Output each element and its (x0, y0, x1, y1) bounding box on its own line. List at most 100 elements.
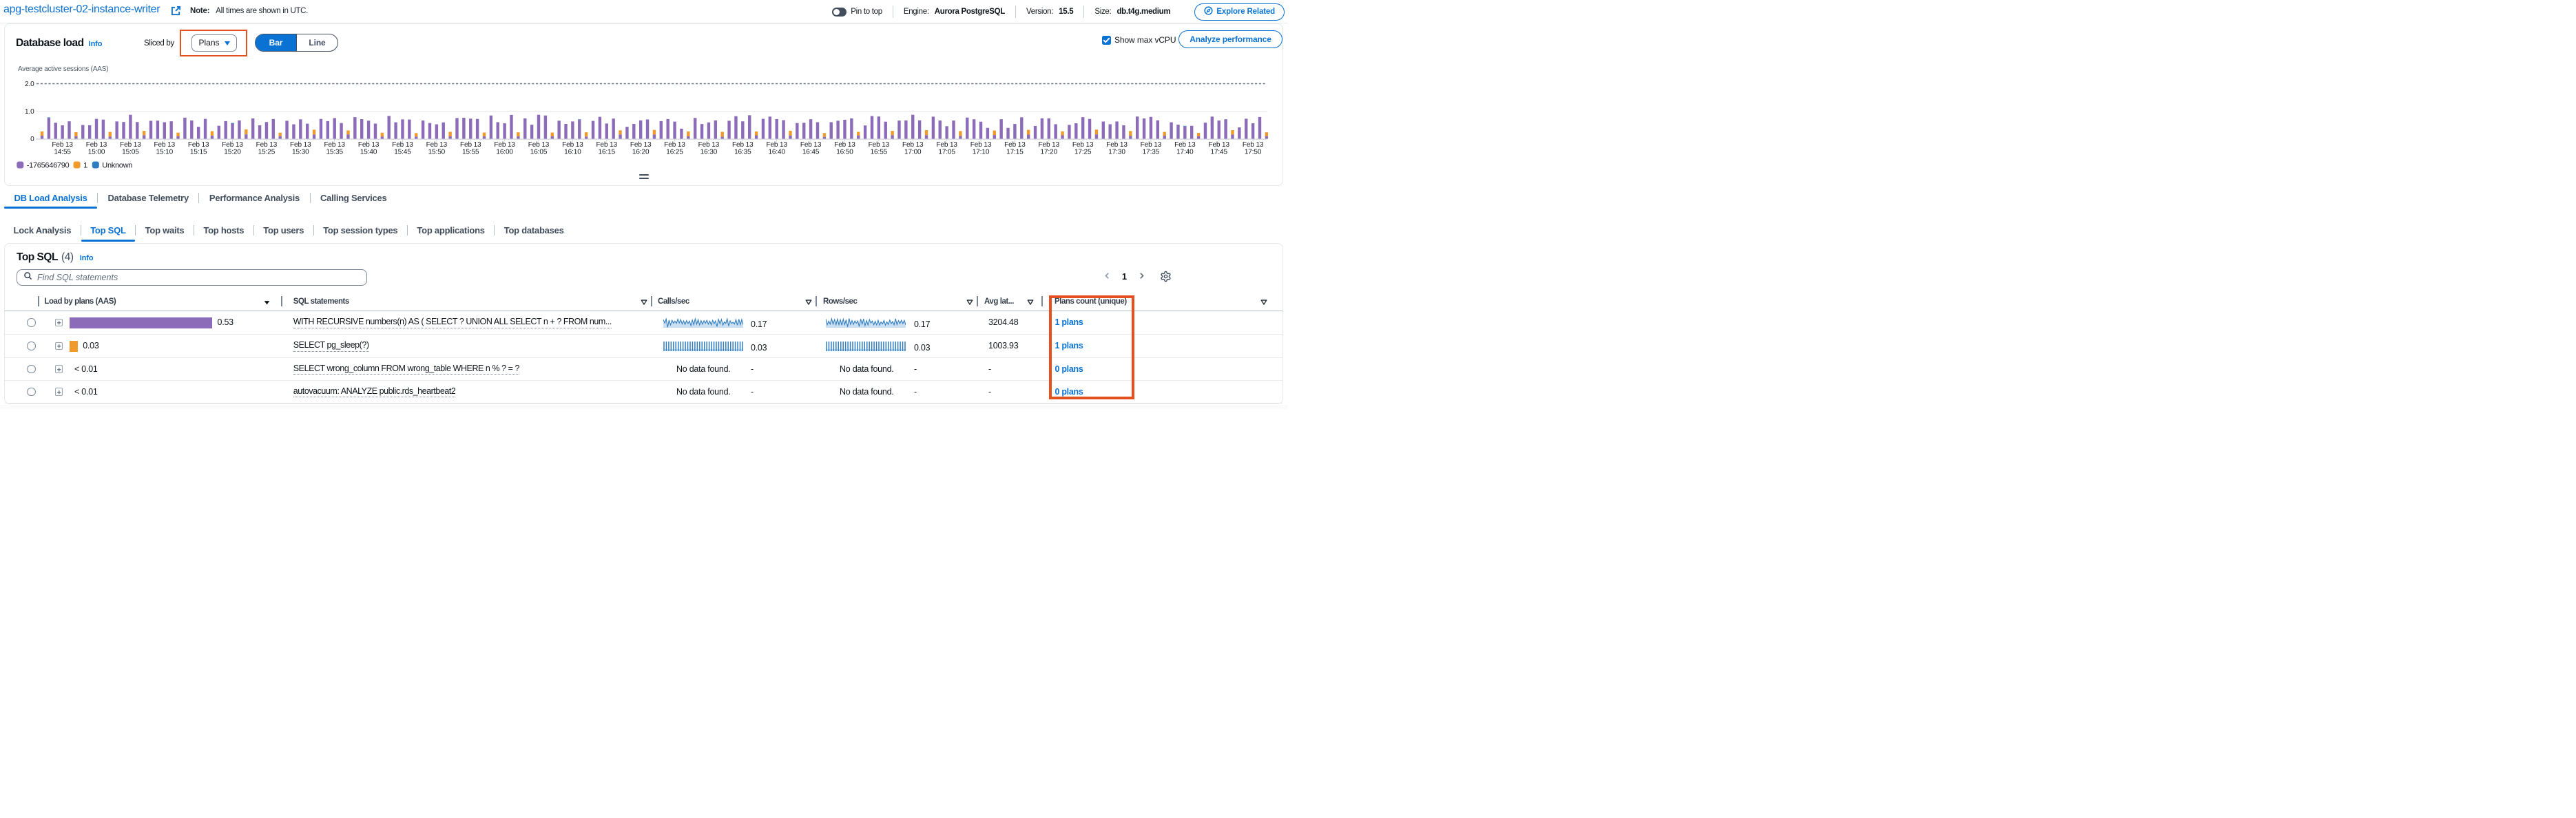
load-bar-segment[interactable] (1251, 123, 1254, 138)
subtab-top-hosts[interactable]: Top hosts (194, 218, 253, 242)
db-instance-title-link[interactable]: apg-testcluster-02-instance-writer (3, 3, 160, 16)
load-bar-segment[interactable] (435, 125, 438, 139)
load-bar-segment[interactable] (653, 134, 656, 138)
load-bar-segment[interactable] (299, 119, 302, 138)
load-bar-segment[interactable] (428, 123, 431, 139)
load-bar-segment[interactable] (911, 115, 914, 139)
load-bar-segment[interactable] (796, 123, 798, 139)
gear-icon[interactable] (1160, 271, 1172, 286)
load-bar-segment[interactable] (292, 125, 295, 139)
load-bar-segment[interactable] (721, 132, 724, 136)
load-bar-segment[interactable] (313, 134, 315, 138)
sql-statement-link[interactable]: SELECT wrong_column FROM wrong_table WHE… (293, 364, 519, 375)
load-bar-segment[interactable] (490, 116, 492, 139)
load-bar-segment[interactable] (272, 119, 275, 139)
load-bar-segment[interactable] (245, 129, 247, 134)
sql-statement-link[interactable]: autovacuum: ANALYZE public.rds_heartbeat… (293, 386, 456, 398)
load-bar-segment[interactable] (714, 120, 717, 139)
load-bar-segment[interactable] (966, 118, 968, 139)
load-bar-segment[interactable] (258, 125, 261, 139)
load-bar-segment[interactable] (333, 118, 336, 139)
row-radio-button[interactable] (27, 388, 36, 397)
load-bar-segment[interactable] (993, 135, 996, 138)
subtab-top-users[interactable]: Top users (254, 218, 313, 242)
load-bar-segment[interactable] (1231, 134, 1234, 138)
load-bar-segment[interactable] (245, 134, 247, 138)
load-bar-segment[interactable] (109, 132, 112, 137)
load-bar-segment[interactable] (707, 123, 710, 139)
subtab-lock-analysis[interactable]: Lock Analysis (4, 218, 81, 242)
load-bar-segment[interactable] (1061, 135, 1063, 138)
load-bar-segment[interactable] (156, 120, 159, 138)
load-bar-segment[interactable] (67, 121, 70, 138)
load-bar-segment[interactable] (74, 132, 77, 136)
load-bar-segment[interactable] (1095, 129, 1098, 134)
expand-row-icon[interactable] (55, 319, 63, 327)
subtab-top-waits[interactable]: Top waits (136, 218, 194, 242)
load-bar-segment[interactable] (1129, 131, 1132, 136)
load-bar-segment[interactable] (224, 121, 227, 139)
load-bar-segment[interactable] (1231, 130, 1234, 134)
load-bar-segment[interactable] (748, 115, 751, 138)
load-bar-segment[interactable] (238, 120, 240, 139)
load-bar-segment[interactable] (448, 136, 451, 138)
load-bar-segment[interactable] (320, 119, 322, 139)
load-bar-segment[interactable] (394, 123, 397, 139)
load-bar-segment[interactable] (1170, 123, 1172, 139)
load-bar-segment[interactable] (619, 134, 621, 138)
load-bar-segment[interactable] (769, 116, 771, 138)
load-bar-segment[interactable] (346, 130, 349, 134)
load-bar-segment[interactable] (755, 136, 758, 139)
load-bar-segment[interactable] (632, 124, 635, 138)
load-bar-segment[interactable] (61, 125, 63, 138)
load-bar-segment[interactable] (1265, 136, 1268, 139)
load-bar-segment[interactable] (585, 136, 588, 138)
load-bar-segment[interactable] (1156, 120, 1159, 139)
load-bar-segment[interactable] (666, 119, 669, 139)
load-bar-segment[interactable] (864, 125, 866, 138)
load-bar-segment[interactable] (1074, 123, 1077, 138)
load-bar-segment[interactable] (95, 119, 98, 139)
load-bar-segment[interactable] (673, 122, 676, 139)
load-bar-segment[interactable] (1190, 126, 1193, 139)
load-bar-segment[interactable] (653, 130, 656, 135)
load-bar-segment[interactable] (415, 133, 417, 136)
load-bar-segment[interactable] (1197, 133, 1200, 136)
prev-page-icon[interactable] (1103, 271, 1111, 282)
load-bar-segment[interactable] (959, 131, 962, 136)
filter-triangle-icon[interactable] (1260, 298, 1268, 306)
load-bar-segment[interactable] (1013, 124, 1016, 138)
load-bar-segment[interactable] (469, 118, 472, 138)
load-bar-segment[interactable] (476, 119, 479, 139)
load-bar-segment[interactable] (340, 123, 342, 139)
tab-calling-services[interactable]: Calling Services (311, 187, 397, 209)
filter-triangle-icon[interactable] (966, 298, 974, 306)
load-bar-segment[interactable] (374, 124, 377, 139)
load-bar-segment[interactable] (939, 120, 942, 138)
load-bar-segment[interactable] (109, 136, 112, 138)
next-page-icon[interactable] (1138, 271, 1145, 282)
load-bar-segment[interactable] (211, 132, 214, 136)
resize-handle-icon[interactable] (639, 174, 649, 179)
load-bar-segment[interactable] (136, 122, 138, 138)
load-bar-segment[interactable] (1211, 116, 1214, 138)
load-bar-segment[interactable] (1176, 125, 1179, 138)
load-bar-segment[interactable] (564, 124, 567, 139)
load-bar-segment[interactable] (891, 135, 893, 138)
load-bar-segment[interactable] (1245, 118, 1247, 138)
load-bar-segment[interactable] (353, 117, 356, 138)
load-bar-segment[interactable] (619, 130, 621, 134)
load-bar-segment[interactable] (1115, 121, 1118, 138)
load-bar-segment[interactable] (836, 120, 839, 138)
load-bar-segment[interactable] (789, 131, 791, 136)
load-bar-segment[interactable] (422, 120, 424, 138)
load-bar-segment[interactable] (278, 136, 281, 139)
filter-triangle-icon[interactable] (1026, 298, 1035, 306)
load-bar-segment[interactable] (1258, 117, 1261, 139)
load-bar-segment[interactable] (251, 118, 254, 138)
sort-descending-icon[interactable] (263, 299, 271, 306)
load-bar-segment[interactable] (381, 136, 384, 138)
load-bar-segment[interactable] (503, 123, 506, 138)
legend-label[interactable]: -1765646790 (27, 161, 70, 169)
load-bar-segment[interactable] (857, 132, 860, 136)
